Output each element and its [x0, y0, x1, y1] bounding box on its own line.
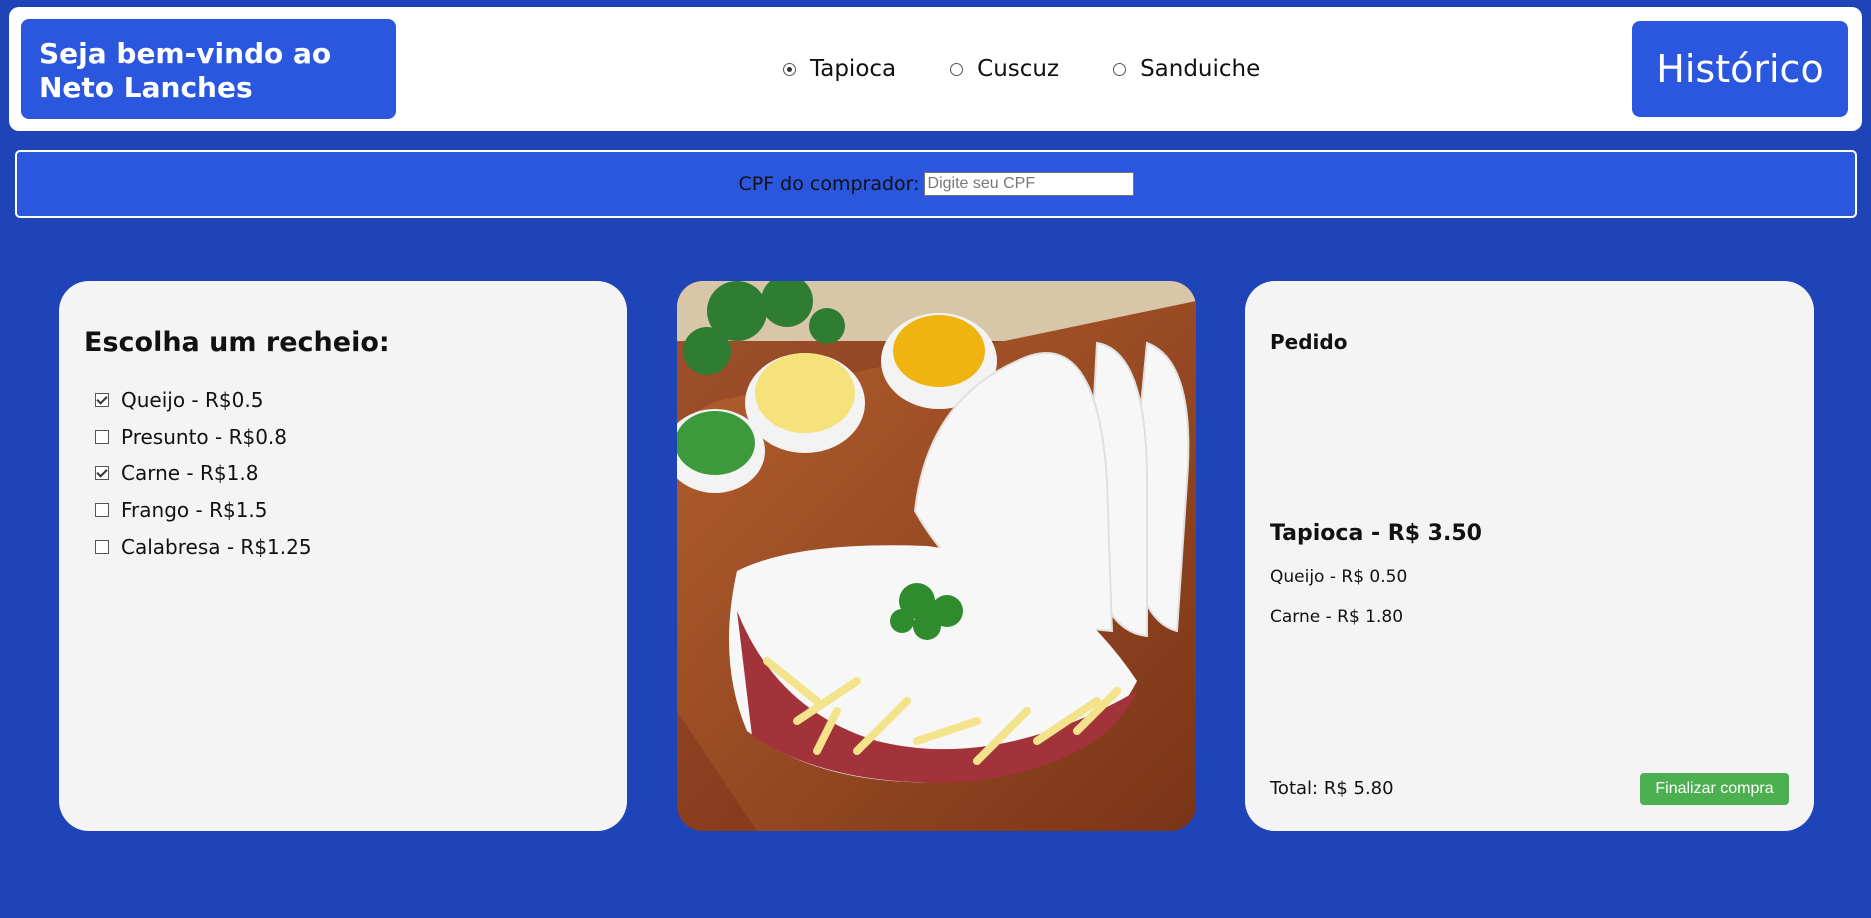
radio-option-sanduiche[interactable]: Sanduiche: [1113, 56, 1260, 82]
checkbox-presunto[interactable]: [95, 429, 109, 444]
cpf-bar: CPF do comprador:: [15, 150, 1857, 218]
radio-button-cuscuz[interactable]: [950, 62, 964, 76]
product-radio-group: Tapioca Cuscuz Sanduiche: [783, 53, 1314, 85]
checkbox-calabresa[interactable]: [95, 539, 109, 554]
checkbox-frango[interactable]: [95, 503, 109, 518]
filling-item-frango[interactable]: Frango - R$1.5: [95, 492, 312, 529]
brand-box: Seja bem-vindo ao Neto Lanches: [21, 19, 396, 119]
filling-item-queijo[interactable]: Queijo - R$0.5: [95, 382, 312, 419]
history-button[interactable]: Histórico: [1632, 21, 1848, 117]
filling-label: Queijo - R$0.5: [121, 388, 264, 413]
order-total: Total: R$ 5.80: [1270, 778, 1394, 799]
filling-label: Frango - R$1.5: [121, 498, 268, 523]
checkbox-queijo[interactable]: [95, 393, 109, 408]
filling-item-calabresa[interactable]: Calabresa - R$1.25: [95, 528, 312, 565]
radio-option-cuscuz[interactable]: Cuscuz: [950, 56, 1059, 82]
header-bar: Seja bem-vindo ao Neto Lanches Tapioca C…: [9, 7, 1862, 131]
radio-button-sanduiche[interactable]: [1113, 62, 1127, 76]
checkbox-carne[interactable]: [95, 466, 109, 481]
order-title: Pedido: [1270, 330, 1348, 354]
order-line-queijo: Queijo - R$ 0.50: [1270, 567, 1408, 587]
radio-option-tapioca[interactable]: Tapioca: [783, 56, 896, 82]
fillings-panel: Escolha um recheio: Queijo - R$0.5 Presu…: [59, 281, 627, 831]
radio-label: Sanduiche: [1140, 56, 1261, 82]
radio-button-tapioca[interactable]: [783, 62, 796, 76]
brand-line-2: Neto Lanches: [39, 71, 253, 104]
filling-label: Presunto - R$0.8: [121, 424, 288, 449]
order-item-title: Tapioca - R$ 3.50: [1270, 521, 1482, 546]
radio-label: Tapioca: [810, 56, 897, 82]
fillings-title: Escolha um recheio:: [84, 327, 390, 358]
filling-label: Calabresa - R$1.25: [121, 534, 312, 559]
cpf-label: CPF do comprador:: [738, 173, 920, 195]
product-image: [677, 281, 1196, 831]
brand-line-1: Seja bem-vindo ao: [39, 37, 332, 70]
filling-item-carne[interactable]: Carne - R$1.8: [95, 455, 312, 492]
filling-label: Carne - R$1.8: [121, 461, 259, 486]
fillings-list: Queijo - R$0.5 Presunto - R$0.8 Carne - …: [95, 382, 312, 565]
radio-label: Cuscuz: [977, 56, 1060, 82]
cpf-input[interactable]: [923, 172, 1134, 196]
finish-purchase-button[interactable]: Finalizar compra: [1640, 773, 1789, 805]
order-line-carne: Carne - R$ 1.80: [1270, 607, 1404, 627]
filling-item-presunto[interactable]: Presunto - R$0.8: [95, 419, 312, 456]
order-panel: Pedido Tapioca - R$ 3.50 Queijo - R$ 0.5…: [1245, 281, 1814, 831]
tapioca-photo: [677, 281, 1196, 831]
